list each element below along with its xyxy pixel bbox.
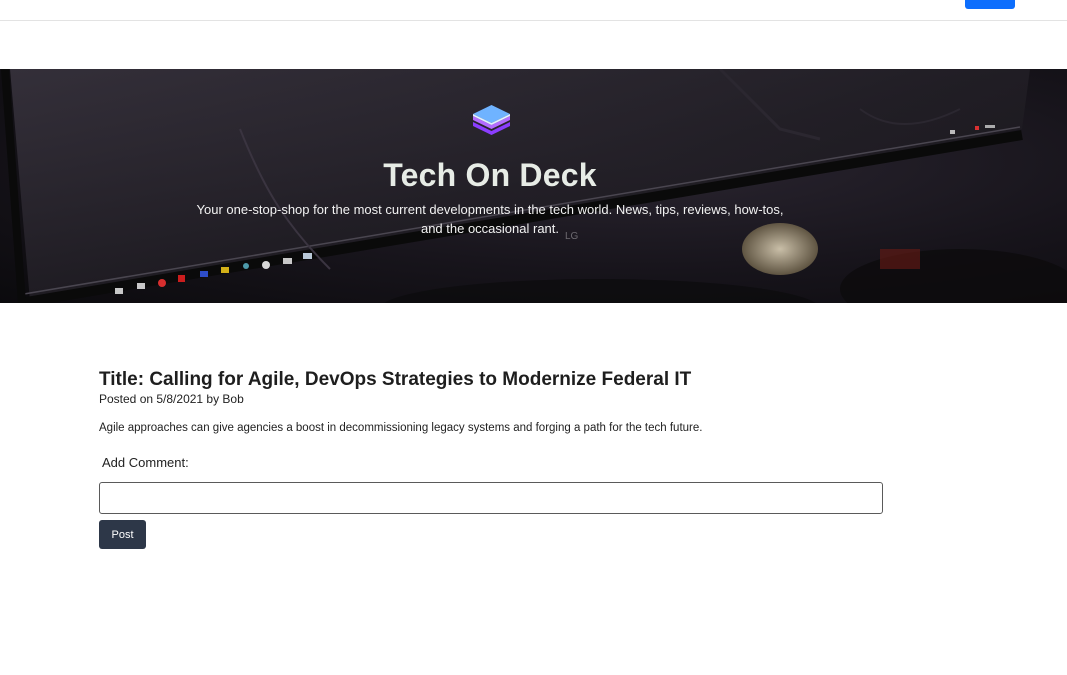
site-tagline: Your one-stop-shop for the most current … [196, 202, 784, 236]
add-comment-label: Add Comment: [102, 455, 189, 470]
post-comment-button[interactable]: Post [99, 520, 146, 549]
blog-post: Title: Calling for Agile, DevOps Strateg… [99, 369, 889, 549]
comment-input[interactable] [99, 482, 883, 514]
navbar-button[interactable] [965, 0, 1015, 9]
post-title: Title: Calling for Agile, DevOps Strateg… [99, 369, 692, 390]
site-title: Tech On Deck [383, 157, 597, 193]
top-navbar [0, 0, 1067, 21]
hero-banner: LG Tech On Deck Your one-stop-shop for t… [0, 69, 1067, 303]
post-meta: Posted on 5/8/2021 by Bob [99, 392, 244, 406]
post-body: Agile approaches can give agencies a boo… [99, 422, 703, 434]
stack-logo-icon [473, 105, 510, 135]
